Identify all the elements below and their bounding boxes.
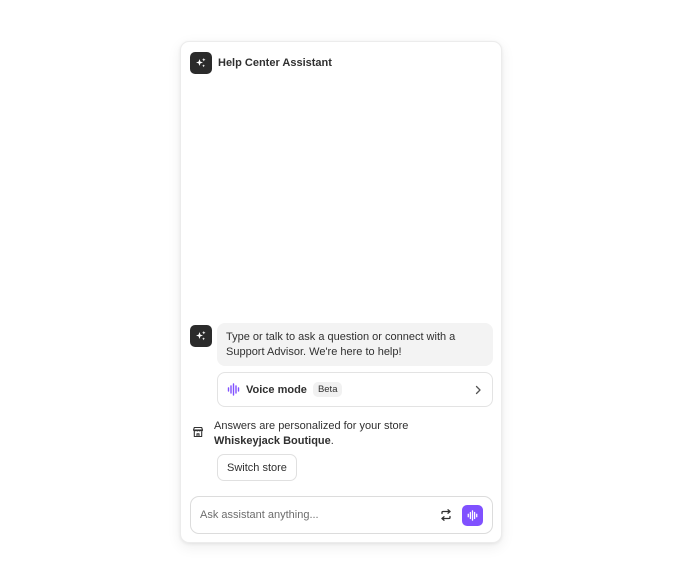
composer <box>190 496 493 534</box>
store-personalization-text: Answers are personalized for your store … <box>214 419 484 449</box>
voice-mode-button[interactable]: Voice mode Beta <box>217 372 493 407</box>
page: Help Center Assistant Type or talk to as… <box>0 0 698 573</box>
assistant-message-text: Type or talk to ask a question or connec… <box>226 331 456 358</box>
beta-badge: Beta <box>312 382 343 397</box>
header-title: Help Center Assistant <box>218 57 332 69</box>
panel-header: Help Center Assistant <box>190 52 332 74</box>
ask-assistant-input[interactable] <box>200 509 437 521</box>
store-icon <box>192 425 204 443</box>
store-text-suffix: . <box>330 435 334 447</box>
store-text-prefix: Answers are personalized for your store <box>214 420 409 432</box>
chevron-right-icon <box>473 385 483 395</box>
switch-store-button[interactable]: Switch store <box>217 454 297 481</box>
waveform-icon <box>227 383 240 396</box>
assistant-panel: Help Center Assistant Type or talk to as… <box>180 41 502 543</box>
assistant-message-bubble: Type or talk to ask a question or connec… <box>217 323 493 366</box>
sparkle-icon <box>190 325 212 347</box>
voice-input-button[interactable] <box>462 504 483 526</box>
store-name: Whiskeyjack Boutique <box>214 435 331 447</box>
swap-arrows-icon[interactable] <box>437 506 455 524</box>
sparkle-icon <box>190 52 212 74</box>
waveform-icon <box>467 509 478 521</box>
voice-mode-label: Voice mode <box>246 383 307 396</box>
